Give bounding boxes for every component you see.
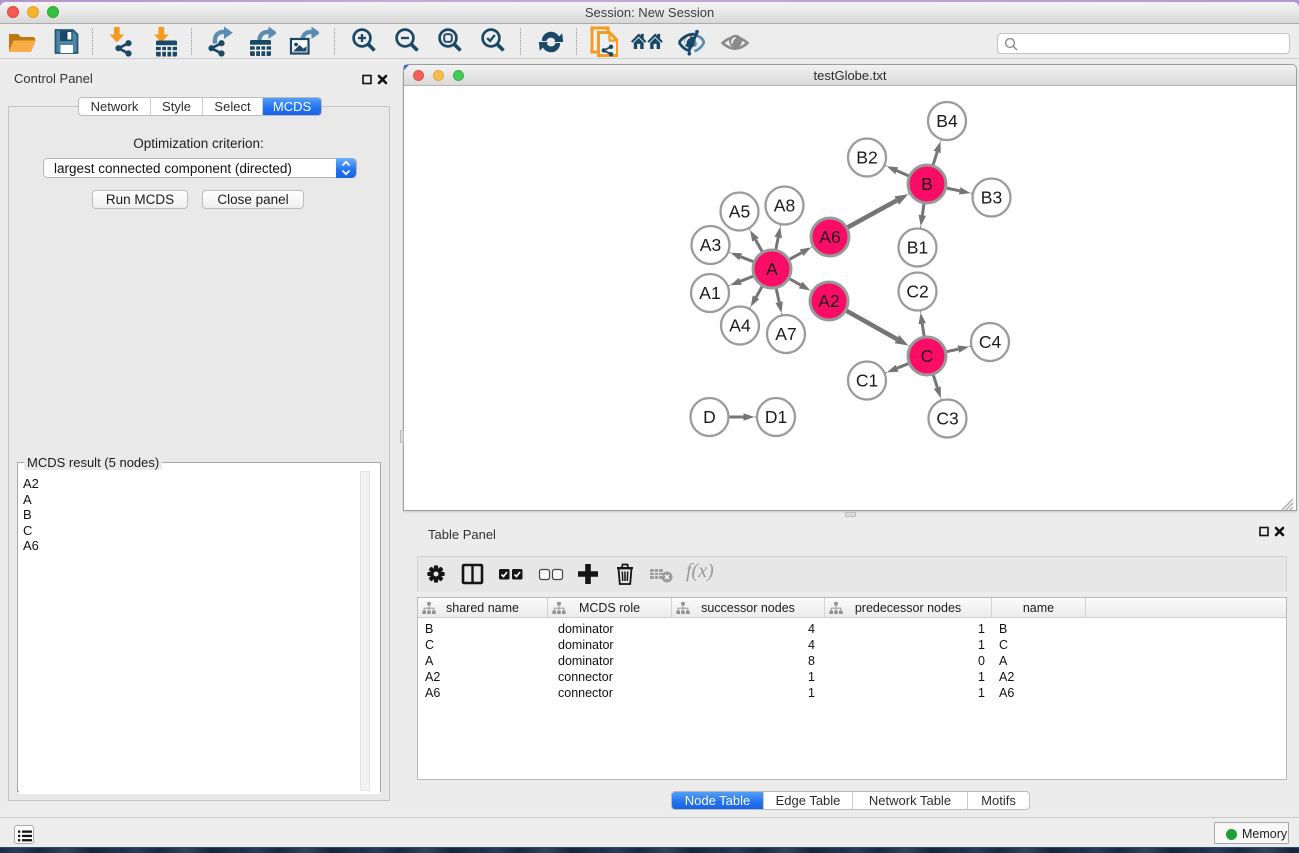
svg-text:A1: A1 bbox=[699, 283, 720, 303]
svg-text:A2: A2 bbox=[818, 291, 839, 311]
svg-text:C1: C1 bbox=[856, 371, 878, 391]
svg-text:A6: A6 bbox=[819, 227, 840, 247]
svg-text:A7: A7 bbox=[775, 324, 796, 344]
svg-text:A8: A8 bbox=[774, 196, 795, 216]
svg-text:B2: B2 bbox=[856, 148, 877, 168]
svg-text:B3: B3 bbox=[981, 188, 1002, 208]
svg-text:B: B bbox=[921, 174, 933, 194]
svg-text:D1: D1 bbox=[765, 407, 787, 427]
svg-text:A: A bbox=[766, 259, 778, 279]
svg-text:D: D bbox=[703, 407, 716, 427]
svg-text:A4: A4 bbox=[729, 316, 751, 336]
svg-text:A3: A3 bbox=[700, 235, 721, 255]
svg-text:C4: C4 bbox=[979, 332, 1002, 352]
svg-text:C2: C2 bbox=[906, 282, 928, 302]
svg-text:B1: B1 bbox=[907, 238, 928, 258]
svg-text:B4: B4 bbox=[936, 111, 958, 131]
svg-text:A5: A5 bbox=[729, 202, 750, 222]
svg-text:C3: C3 bbox=[936, 409, 958, 429]
svg-text:C: C bbox=[921, 346, 934, 366]
